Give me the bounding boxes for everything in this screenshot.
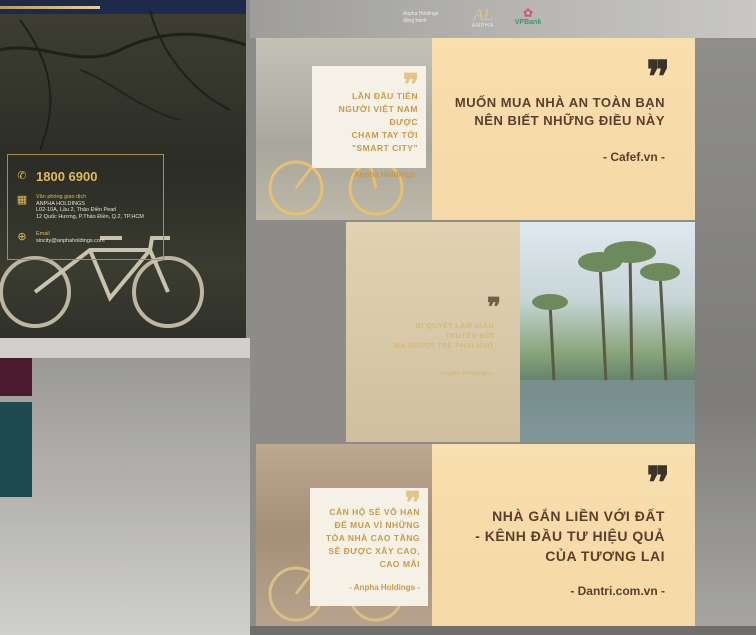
anpha-logo[interactable]: AL ANPHA xyxy=(466,6,500,34)
headline-line: NÊN BIẾT NHỮNG ĐIỀU NÀY xyxy=(474,113,665,128)
anpha-logo-text: ANPHA xyxy=(471,23,495,29)
article-line: ĐỂ MUA VÌ NHỮNG xyxy=(334,520,420,530)
article-headline: MUỐN MUA NHÀ AN TOÀN BẠN NÊN BIẾT NHỮNG … xyxy=(435,94,665,130)
article-source: - Dantri.com.vn - xyxy=(570,584,665,598)
vpbank-logo-text: VPBank xyxy=(514,19,542,26)
anpha-logo-mark: AL xyxy=(473,5,493,24)
background-swatch-teal xyxy=(0,402,32,497)
article-line: ĐƯỢC xyxy=(389,117,418,127)
headline-line: CỦA TƯƠNG LAI xyxy=(545,548,665,564)
phone-icon: ✆ xyxy=(17,169,27,182)
background-blur-left xyxy=(0,355,250,635)
article-line: CAO MÃI xyxy=(379,559,420,569)
hotline-number[interactable]: 1800 6900 xyxy=(36,170,97,184)
article-tile-dantri[interactable]: ❞ NHÀ GẮN LIỀN VỚI ĐẤT - KÊNH ĐẦU TƯ HIỆ… xyxy=(432,444,695,626)
article-line: MÀ NGƯỜI TRẺ PHẢI NHỚ xyxy=(393,343,494,350)
vpbank-logo[interactable]: ✿ VPBank xyxy=(508,7,548,35)
article-line: SẼ ĐƯỢC XÂY CAO, xyxy=(328,546,420,556)
article-source: - Anpha Holdings - xyxy=(436,370,494,377)
brand-line-2: đồng hành xyxy=(403,18,427,24)
office-address-line-2: 12 Quốc Hương, P.Thảo Điền, Q.2, TP.HCM xyxy=(36,213,144,220)
globe-icon: ⊕ xyxy=(17,230,27,243)
quote-mark-icon: ❞ xyxy=(402,68,419,103)
article-tile-can-ho[interactable]: ❞ CĂN HỘ SẼ VÔ HẠN ĐỂ MUA VÌ NHỮNG TÒA N… xyxy=(256,444,432,626)
email-value[interactable]: sincity@anphaholdings.com xyxy=(36,238,105,245)
hotline-row[interactable]: ✆ 1800 6900 xyxy=(16,170,97,184)
headline-line: - KÊNH ĐẦU TƯ HIỆU QUẢ xyxy=(475,528,665,544)
article-card: ❞ CĂN HỘ SẼ VÔ HẠN ĐỂ MUA VÌ NHỮNG TÒA N… xyxy=(310,486,428,606)
background-swatch-maroon xyxy=(0,358,32,396)
palm-trees-photo xyxy=(520,241,695,442)
article-source: - Anpha Holdings - xyxy=(349,583,420,592)
header-strip xyxy=(250,0,756,38)
article-source: - Anpha Holdings - xyxy=(349,170,420,179)
contact-info-box: ✆ 1800 6900 ▦ Văn phòng giao dịch ANPHA … xyxy=(7,154,164,260)
article-line: "SMART CITY" xyxy=(351,143,418,153)
article-tile-smart-city[interactable]: ❞ LẦN ĐẦU TIÊN NGƯỜI VIỆT NAM ĐƯỢC CHẠM … xyxy=(256,38,432,220)
article-line: CĂN HỘ SẼ VÔ HẠN xyxy=(329,507,420,517)
photo-tile-palm-lake[interactable] xyxy=(520,222,695,442)
quote-mark-icon: ❞ xyxy=(404,486,421,521)
headline-line: NHÀ GẮN LIỀN VỚI ĐẤT xyxy=(492,508,665,524)
card-bottom-border xyxy=(0,338,250,358)
article-card: ❞ LẦN ĐẦU TIÊN NGƯỜI VIỆT NAM ĐƯỢC CHẠM … xyxy=(312,66,426,168)
headline-line: MUỐN MUA NHÀ AN TOÀN BẠN xyxy=(454,95,665,110)
brand-line-1: Anpha Holdings xyxy=(403,11,439,17)
office-row: ▦ Văn phòng giao dịch ANPHA HOLDINGS L02… xyxy=(16,194,144,220)
quote-mark-icon: ❞ xyxy=(646,458,670,509)
email-row[interactable]: ⊕ Email sincity@anphaholdings.com xyxy=(16,230,105,245)
contact-card: ✆ 1800 6900 ▦ Văn phòng giao dịch ANPHA … xyxy=(0,0,246,338)
article-line: BÍ QUYẾT LÀM GIÀU xyxy=(415,323,494,330)
bottom-strip xyxy=(250,626,756,635)
article-line: TRUYỀN ĐỜI xyxy=(445,333,494,340)
article-line: CHẠM TAY TỚI xyxy=(351,130,418,140)
article-tile-bi-quyet[interactable]: ❞ BÍ QUYẾT LÀM GIÀU TRUYỀN ĐỜI MÀ NGƯỜI … xyxy=(346,222,520,442)
article-tile-cafef[interactable]: ❞ MUỐN MUA NHÀ AN TOÀN BẠN NÊN BIẾT NHỮN… xyxy=(432,38,695,220)
background-blur-right xyxy=(695,40,756,635)
article-source: - Cafef.vn - xyxy=(602,150,665,164)
building-icon: ▦ xyxy=(16,193,28,206)
header-brand-text: Anpha Holdings đồng hành xyxy=(403,11,463,25)
article-line: TÒA NHÀ CAO TẦNG xyxy=(325,533,420,543)
article-headline: NHÀ GẮN LIỀN VỚI ĐẤT - KÊNH ĐẦU TƯ HIỆU … xyxy=(432,506,665,566)
vpbank-flower-icon: ✿ xyxy=(522,6,534,20)
